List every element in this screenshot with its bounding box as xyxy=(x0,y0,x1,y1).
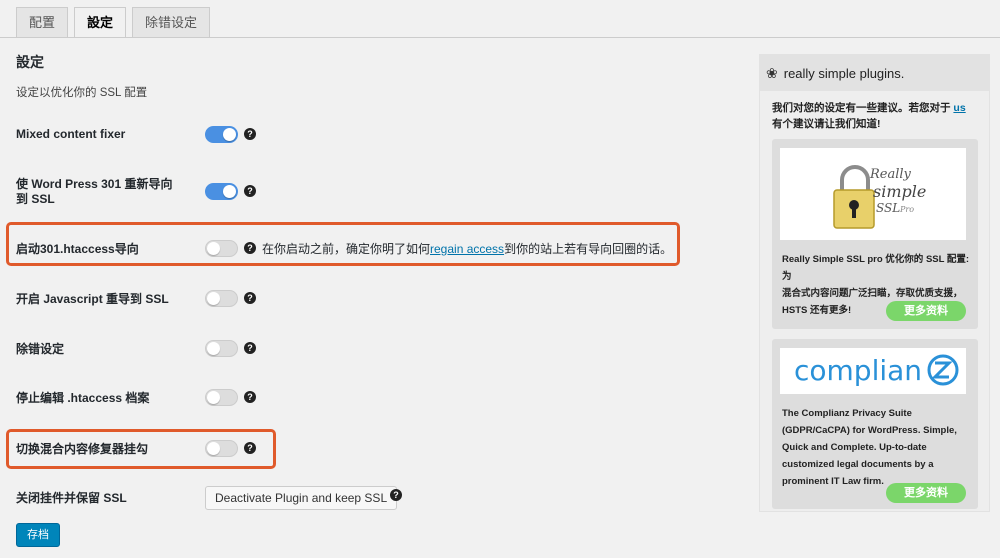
setting-label-mixed-content-hook: 切换混合内容修复器挂勾 xyxy=(16,442,149,456)
setting-label-deactivate: 关闭挂件并保留 SSL xyxy=(16,491,127,505)
desc-line: Really Simple SSL pro 优化你的 SSL 配置: 为 xyxy=(782,254,970,282)
setting-label-stop-editing-htaccess: 停止编辑 .htaccess 档案 xyxy=(16,391,150,405)
leaf-icon: ❀ xyxy=(766,64,778,81)
desc-line: customized legal documents by a xyxy=(782,459,934,470)
logo-word: simple xyxy=(873,182,926,201)
toggle-knob xyxy=(207,342,220,355)
logo-word: SSL xyxy=(876,201,900,215)
tab-config[interactable]: 配置 xyxy=(16,7,69,37)
deactivate-keep-ssl-button[interactable]: Deactivate Plugin and keep SSL xyxy=(205,486,398,510)
setting-label-htaccess-redirect: 启动301.htaccess导向 xyxy=(16,242,139,256)
js-redirect-toggle[interactable] xyxy=(205,290,238,307)
desc-line: The Complianz Privacy Suite xyxy=(782,408,912,419)
label-line: 到 SSL xyxy=(16,192,55,206)
help-icon[interactable]: ? xyxy=(244,242,256,254)
save-button[interactable]: 存档 xyxy=(16,523,60,547)
desc-line: HSTS 还有更多! xyxy=(782,305,852,316)
desc-line: Quick and Complete. Up-to-date xyxy=(782,442,927,453)
contact-us-link[interactable]: us xyxy=(953,102,965,114)
htaccess-note: 在你启动之前，确定你明了如何regain access到你的站上若有导向回圈的话… xyxy=(262,240,672,257)
note-text: 在你启动之前，确定你明了如何 xyxy=(262,242,431,256)
wp-redirect-toggle[interactable] xyxy=(205,183,238,200)
intro-text: 有个建议请让我们知道! xyxy=(772,118,881,130)
promo-card-complianz: complian The Complianz Privacy Suite (GD… xyxy=(772,339,978,509)
regain-access-link[interactable]: regain access xyxy=(430,242,504,256)
setting-label-mixed-content-fixer: Mixed content fixer xyxy=(16,127,126,141)
setting-label-debug: 除错设定 xyxy=(16,342,65,356)
stop-editing-htaccess-toggle[interactable] xyxy=(205,389,238,406)
tab-divider xyxy=(0,37,1000,38)
promo-card-rsssl-pro: Really simple SSL Pro Really Simple SSL … xyxy=(772,139,978,329)
help-icon[interactable]: ? xyxy=(390,489,402,501)
logo-word: Really xyxy=(869,167,912,182)
logo-word: complian xyxy=(794,354,922,387)
toggle-knob xyxy=(223,185,236,198)
tab-debug-settings[interactable]: 除错设定 xyxy=(132,7,211,37)
sidebar-brand: really simple plugins. xyxy=(783,65,905,81)
intro-text: 我们对您的设定有一些建议。若您对于 xyxy=(772,102,951,114)
note-text: 到你的站上若有导向回圈的话。 xyxy=(504,242,673,256)
label-line: 使 Word Press 301 重新导向 xyxy=(16,177,173,191)
setting-label-wp-redirect: 使 Word Press 301 重新导向 到 SSL xyxy=(16,177,173,207)
toggle-knob xyxy=(223,128,236,141)
help-icon[interactable]: ? xyxy=(244,391,256,403)
tab-settings[interactable]: 設定 xyxy=(74,7,127,37)
toggle-knob xyxy=(207,242,220,255)
htaccess-redirect-toggle[interactable] xyxy=(205,240,238,257)
help-icon[interactable]: ? xyxy=(244,442,256,454)
debug-toggle[interactable] xyxy=(205,340,238,357)
complianz-logo-image: complian xyxy=(794,354,959,387)
help-icon[interactable]: ? xyxy=(244,185,256,197)
sidebar-header: ❀ really simple plugins. xyxy=(760,55,989,91)
help-icon[interactable]: ? xyxy=(244,128,256,140)
logo-word: Pro xyxy=(899,205,914,214)
more-info-button[interactable]: 更多资料 xyxy=(886,301,966,321)
plugin-sidebar: ❀ really simple plugins. 我们对您的设定有一些建议。若您… xyxy=(759,54,990,512)
page-title: 設定 xyxy=(16,54,44,70)
page-subtitle: 设定以优化你的 SSL 配置 xyxy=(16,87,148,99)
sidebar-intro: 我们对您的设定有一些建议。若您对于 us 有个建议请让我们知道! xyxy=(760,91,989,132)
rsssl-pro-logo-image: Really simple SSL Pro xyxy=(833,165,926,229)
more-info-button[interactable]: 更多资料 xyxy=(886,483,966,503)
mixed-content-hook-toggle[interactable] xyxy=(205,440,238,457)
desc-line: prominent IT Law firm. xyxy=(782,476,884,487)
desc-line: 混合式内容问题广泛扫瞄，存取优质支援， xyxy=(782,288,963,299)
mixed-content-fixer-toggle[interactable] xyxy=(205,126,238,143)
complianz-logo: complian xyxy=(780,348,966,394)
help-icon[interactable]: ? xyxy=(244,292,256,304)
toggle-knob xyxy=(207,292,220,305)
rsssl-pro-logo: Really simple SSL Pro xyxy=(780,148,966,240)
help-icon[interactable]: ? xyxy=(244,342,256,354)
desc-line: (GDPR/CaCPA) for WordPress. Simple, xyxy=(782,425,957,436)
setting-label-js-redirect: 开启 Javascript 重导到 SSL xyxy=(16,292,169,306)
card-description: The Complianz Privacy Suite (GDPR/CaCPA)… xyxy=(782,405,957,490)
toggle-knob xyxy=(207,391,220,404)
toggle-knob xyxy=(207,442,220,455)
settings-tabs: 配置 設定 除错设定 xyxy=(16,7,211,37)
